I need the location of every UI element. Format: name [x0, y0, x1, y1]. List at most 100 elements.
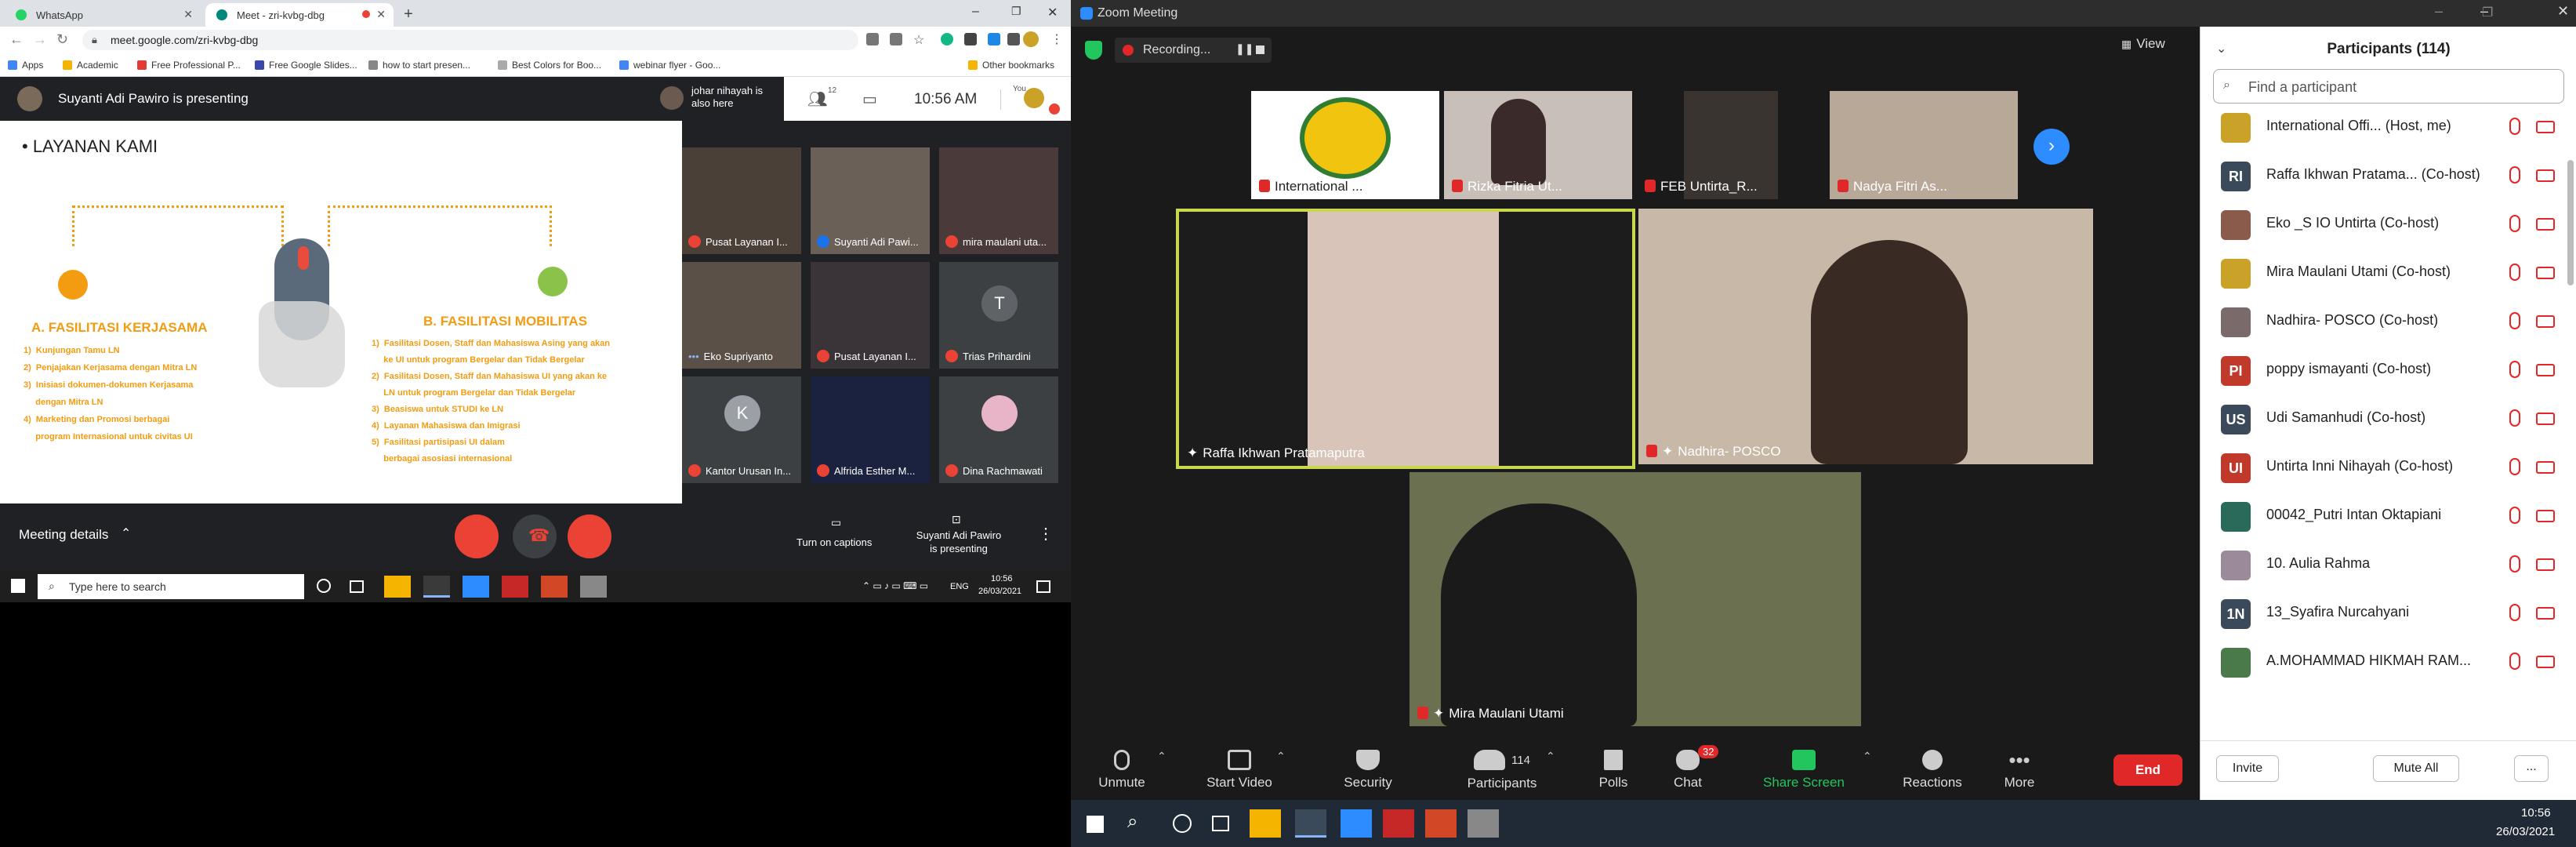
maximize-button[interactable]: ❐: [1011, 5, 1021, 18]
close-window-button[interactable]: ✕: [1047, 5, 1058, 20]
participant-row[interactable]: Nadhira- POSCO (Co-host): [2200, 296, 2576, 345]
meeting-details-button[interactable]: Meeting details: [19, 527, 108, 543]
mic-toggle-button[interactable]: [455, 514, 499, 558]
security-button[interactable]: Security: [1317, 742, 1419, 800]
participant-row[interactable]: Eko _S IO Untirta (Co-host): [2200, 199, 2576, 248]
bookmark-item[interactable]: how to start presen...: [368, 60, 470, 71]
participants-button[interactable]: 114 Participants: [1443, 742, 1561, 800]
participant-row[interactable]: 00042_Putri Intan Oktapiani: [2200, 491, 2576, 540]
more-options-icon[interactable]: ⋮: [1038, 524, 1054, 543]
mute-all-button[interactable]: Mute All: [2373, 755, 2459, 782]
pause-icon[interactable]: ❚❚: [1235, 42, 1254, 56]
participant-tile[interactable]: Pusat Layanan I...: [811, 262, 930, 369]
file-explorer-icon[interactable]: [1250, 809, 1281, 838]
video-tile[interactable]: FEB Untirta_R...: [1637, 91, 1825, 199]
minimize-button[interactable]: –: [2435, 3, 2443, 20]
captions-button[interactable]: Turn on captions: [796, 536, 872, 548]
end-meeting-button[interactable]: End: [2113, 754, 2182, 786]
captions-icon[interactable]: ▭: [831, 516, 841, 529]
acrobat-icon[interactable]: [1383, 809, 1414, 838]
camera-toggle-button[interactable]: [568, 514, 611, 558]
chevron-up-icon[interactable]: ⌃: [1546, 750, 1555, 763]
powerpoint-icon[interactable]: [541, 576, 568, 598]
chrome-icon[interactable]: [1295, 809, 1326, 838]
close-icon[interactable]: ✕: [376, 8, 386, 21]
bookmark-item[interactable]: Best Colors for Boo...: [498, 60, 601, 71]
file-explorer-icon[interactable]: [384, 576, 411, 598]
present-icon[interactable]: ⊡: [952, 513, 961, 526]
address-bar[interactable]: 🔒︎ meet.google.com/zri-kvbg-dbg: [82, 30, 858, 50]
people-icon[interactable]: 👥︎: [807, 89, 827, 109]
chat-button[interactable]: 32 Chat: [1653, 742, 1723, 800]
taskbar-search[interactable]: ⌕ Type here to search: [38, 574, 304, 599]
bookmark-item[interactable]: webinar flyer - Goo...: [619, 60, 720, 71]
menu-icon[interactable]: ⋮: [1050, 31, 1063, 47]
presenting-button[interactable]: Suyanti Adi Pawiro is presenting: [916, 529, 1002, 555]
tab-whatsapp[interactable]: WhatsApp ✕: [5, 3, 201, 27]
participant-row[interactable]: PI poppy ismayanti (Co-host): [2200, 345, 2576, 394]
bookmark-apps[interactable]: Apps: [8, 60, 43, 71]
chevron-up-icon[interactable]: ⌃: [121, 525, 131, 541]
task-view-icon[interactable]: [350, 580, 364, 593]
chevron-up-icon[interactable]: ⌃: [1863, 750, 1872, 763]
new-tab-button[interactable]: +: [400, 6, 417, 24]
search-icon[interactable]: ⌕: [1127, 811, 1137, 833]
participant-tile[interactable]: Pusat Layanan I...: [682, 147, 801, 254]
more-button[interactable]: ••• More: [1980, 742, 2059, 800]
start-video-button[interactable]: Start Video: [1188, 742, 1290, 800]
participant-tile[interactable]: Dina Rachmawati: [939, 376, 1058, 483]
participant-row[interactable]: 1N 13_Syafira Nurcahyani: [2200, 588, 2576, 637]
bookmark-academic[interactable]: Academic: [63, 60, 118, 71]
shield-icon[interactable]: [1085, 41, 1102, 60]
chevron-up-icon[interactable]: ⌃: [1157, 750, 1166, 763]
video-tile[interactable]: Nadya Fitri As...: [1830, 91, 2018, 199]
translate-icon[interactable]: [890, 33, 902, 45]
cortana-icon[interactable]: [1173, 814, 1192, 833]
participant-row[interactable]: A.MOHAMMAD HIKMAH RAM...: [2200, 637, 2576, 685]
participant-tile[interactable]: mira maulani uta...: [939, 147, 1058, 254]
stop-icon[interactable]: [1256, 45, 1264, 54]
participant-tile[interactable]: Alfrida Esther M...: [811, 376, 930, 483]
reload-icon[interactable]: ↻: [56, 31, 68, 48]
video-tile[interactable]: ✦ Nadhira- POSCO: [1638, 209, 2093, 464]
notification-icon[interactable]: [1036, 580, 1050, 593]
extension-icon[interactable]: [941, 33, 953, 45]
tab-meet[interactable]: Meet - zri-kvbg-dbg ✕: [205, 3, 394, 27]
extension-icon[interactable]: [988, 33, 1000, 45]
self-avatar[interactable]: [1024, 88, 1044, 108]
list-scrollbar[interactable]: [2567, 160, 2574, 285]
camera-icon[interactable]: [866, 33, 879, 45]
participant-search-input[interactable]: ⌕ Find a participant: [2213, 69, 2564, 104]
close-window-button[interactable]: ✕: [2557, 3, 2569, 20]
participant-tile[interactable]: K Kantor Urusan In...: [682, 376, 801, 483]
participant-row[interactable]: 10. Aulia Rahma: [2200, 540, 2576, 588]
app-icon[interactable]: [1468, 809, 1499, 838]
task-view-icon[interactable]: [1212, 816, 1229, 831]
back-icon[interactable]: ←: [9, 31, 24, 48]
extension-icon[interactable]: [964, 33, 977, 45]
participant-row[interactable]: UI Untirta Inni Nihayah (Co-host): [2200, 442, 2576, 491]
zoom-icon[interactable]: [1341, 809, 1372, 838]
reactions-button[interactable]: Reactions: [1881, 742, 1983, 800]
next-page-button[interactable]: ›: [2034, 129, 2070, 165]
bookmark-item[interactable]: Free Google Slides...: [255, 60, 357, 71]
system-tray-icons[interactable]: ⌃ ▭ ♪ ▭ ⌨ ▭: [862, 580, 928, 591]
chevron-up-icon[interactable]: ⌃: [1276, 750, 1286, 763]
profile-avatar[interactable]: [1023, 31, 1039, 47]
more-options-button[interactable]: ...: [2514, 755, 2549, 782]
participant-row[interactable]: Mira Maulani Utami (Co-host): [2200, 248, 2576, 296]
bookmark-other[interactable]: Other bookmarks: [968, 60, 1054, 71]
video-tile[interactable]: International ...: [1251, 91, 1439, 199]
participant-row[interactable]: International Offi... (Host, me): [2200, 102, 2576, 151]
app-icon[interactable]: [580, 576, 607, 598]
language-indicator[interactable]: ENG: [950, 582, 969, 591]
zoom-icon[interactable]: [463, 576, 489, 598]
windows-start-icon[interactable]: [11, 579, 25, 593]
windows-start-icon[interactable]: [1087, 816, 1104, 833]
invite-button[interactable]: Invite: [2216, 755, 2279, 782]
forward-icon[interactable]: →: [33, 31, 47, 48]
powerpoint-icon[interactable]: [1425, 809, 1457, 838]
minimize-button[interactable]: –: [972, 5, 979, 19]
video-tile[interactable]: ✦ Mira Maulani Utami: [1410, 472, 1861, 726]
restore-button[interactable]: ❐: [2482, 5, 2493, 20]
